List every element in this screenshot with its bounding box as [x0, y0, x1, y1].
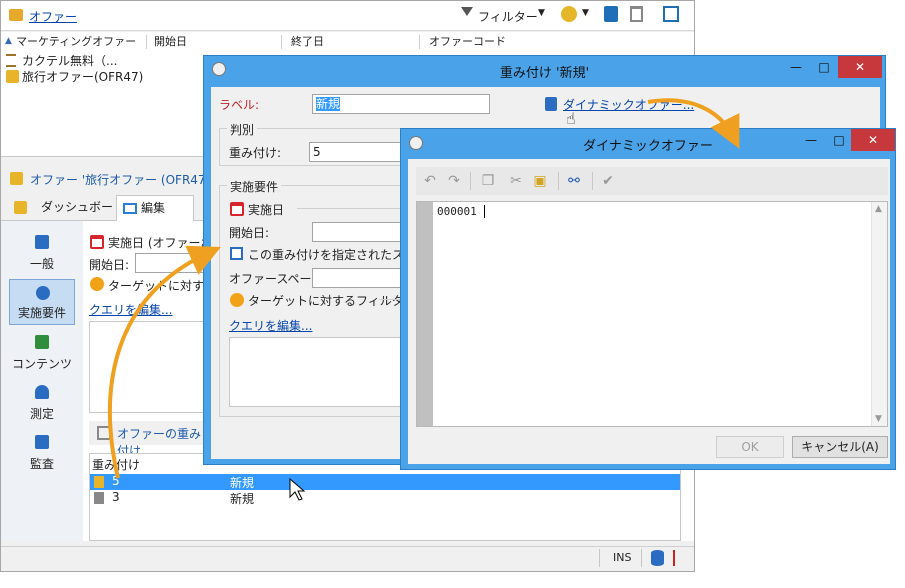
mouse-pointer-icon	[289, 477, 306, 501]
annotation-arrows	[107, 98, 740, 501]
arrow-to-weight-dialog	[107, 245, 221, 479]
arrow-to-dynamic-dialog	[647, 98, 740, 149]
